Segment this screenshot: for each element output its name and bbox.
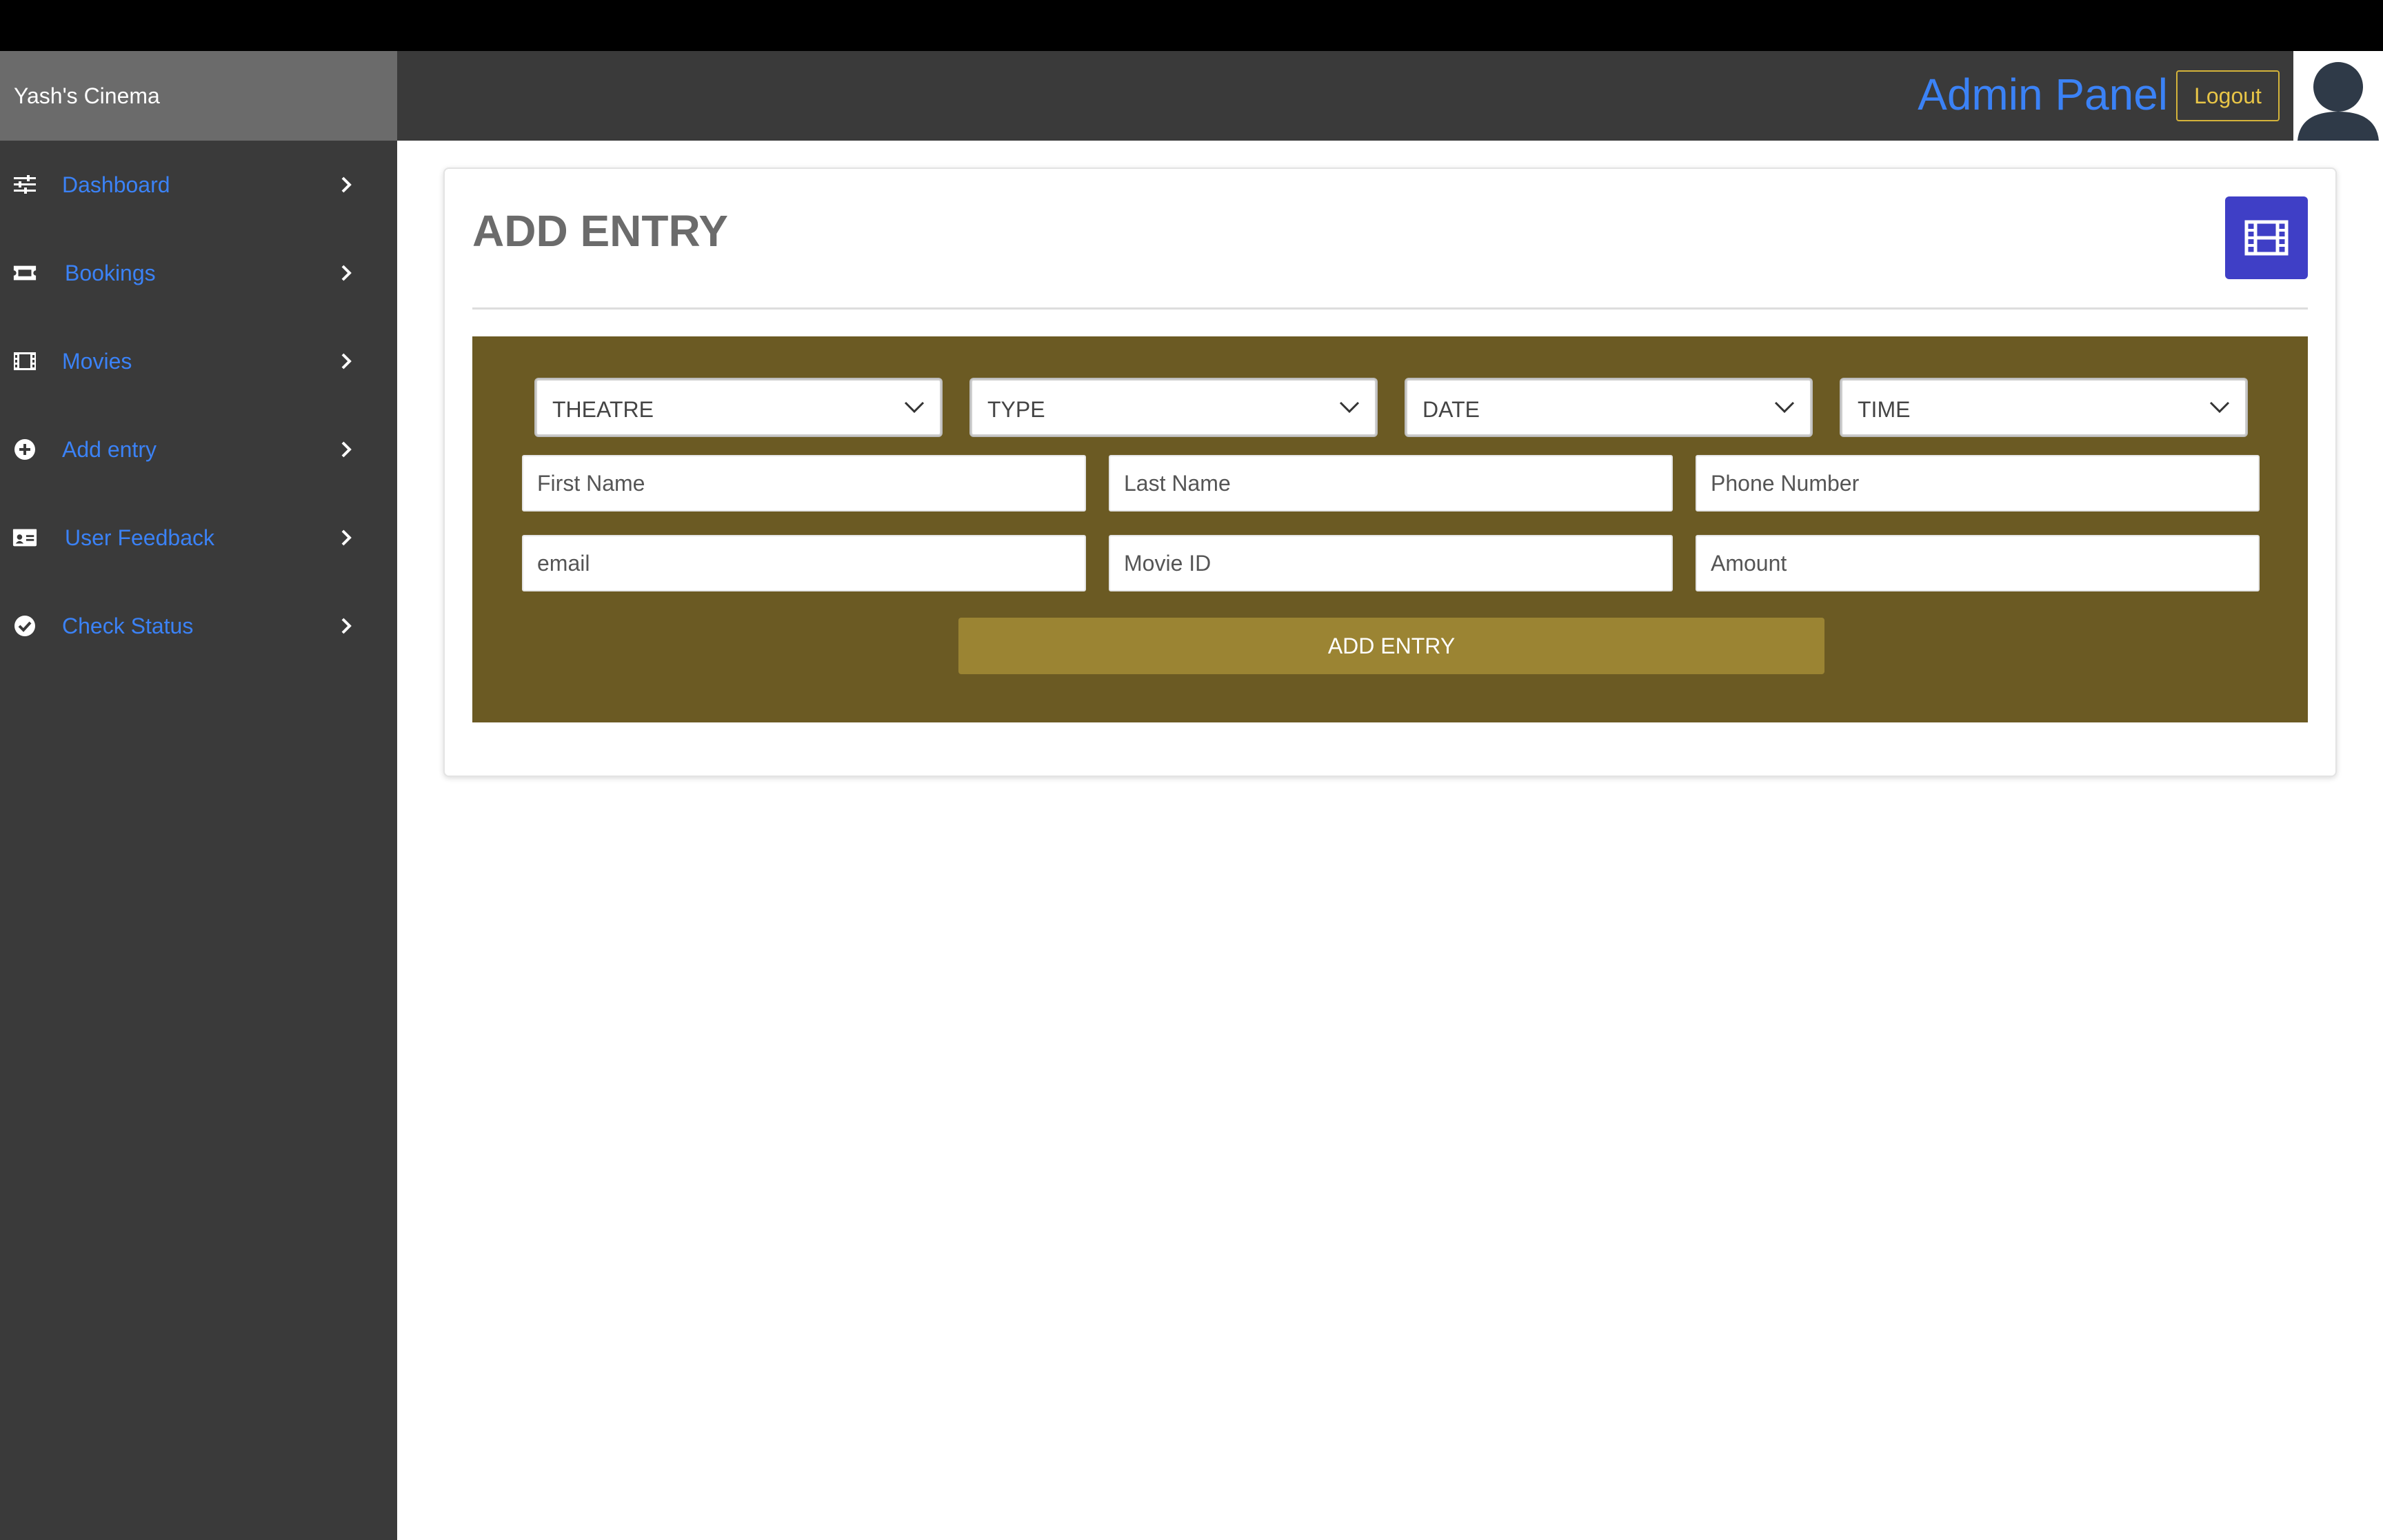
chevron-down-icon bbox=[1339, 401, 1360, 414]
page-title: ADD ENTRY bbox=[472, 206, 728, 256]
add-entry-button[interactable]: ADD ENTRY bbox=[958, 618, 1824, 674]
plus-circle-icon bbox=[12, 437, 37, 462]
chevron-down-icon bbox=[1774, 401, 1795, 414]
title-divider bbox=[472, 307, 2308, 310]
chevron-down-icon bbox=[2209, 401, 2230, 414]
film-icon bbox=[2244, 220, 2289, 256]
id-card-icon bbox=[12, 525, 37, 550]
user-avatar-icon bbox=[2293, 51, 2383, 141]
date-select[interactable]: DATE bbox=[1406, 379, 1811, 436]
select-label: DATE bbox=[1422, 396, 1480, 422]
select-label: TYPE bbox=[987, 396, 1045, 422]
chevron-down-icon bbox=[904, 401, 925, 414]
sidebar-nav: Dashboard Bookings Movies Add entry User… bbox=[0, 141, 397, 670]
first-name-field[interactable] bbox=[522, 455, 1086, 511]
time-select[interactable]: TIME bbox=[1841, 379, 2246, 436]
check-circle-icon bbox=[12, 614, 37, 638]
film-icon bbox=[12, 349, 37, 374]
phone-number-field[interactable] bbox=[1696, 455, 2260, 511]
admin-panel-title: Admin Panel bbox=[1918, 70, 2168, 119]
last-name-field[interactable] bbox=[1109, 455, 1673, 511]
top-black-bar bbox=[0, 0, 2383, 51]
sidebar-item-user-feedback[interactable]: User Feedback bbox=[0, 494, 397, 582]
logout-button[interactable]: Logout bbox=[2176, 70, 2280, 121]
amount-field[interactable] bbox=[1696, 535, 2260, 591]
sidebar-item-label: Check Status bbox=[62, 613, 194, 638]
chevron-right-icon bbox=[336, 440, 356, 459]
sidebar-item-label: User Feedback bbox=[65, 525, 214, 550]
sidebar-item-add-entry[interactable]: Add entry bbox=[0, 405, 397, 494]
email-field[interactable] bbox=[522, 535, 1086, 591]
select-label: THEATRE bbox=[552, 396, 654, 422]
sidebar-item-bookings[interactable]: Bookings bbox=[0, 229, 397, 317]
sidebar-item-movies[interactable]: Movies bbox=[0, 317, 397, 405]
sidebar-item-check-status[interactable]: Check Status bbox=[0, 582, 397, 670]
select-label: TIME bbox=[1858, 396, 1911, 422]
type-select[interactable]: TYPE bbox=[971, 379, 1376, 436]
sidebar-item-label: Add entry bbox=[62, 436, 157, 462]
top-header: Admin Panel Logout bbox=[397, 51, 2383, 141]
chevron-right-icon bbox=[336, 263, 356, 283]
sidebar-item-label: Dashboard bbox=[62, 172, 170, 197]
chevron-right-icon bbox=[336, 528, 356, 547]
movie-id-field[interactable] bbox=[1109, 535, 1673, 591]
sidebar: Yash's Cinema Dashboard Bookings Movies … bbox=[0, 51, 397, 1540]
film-button[interactable] bbox=[2225, 196, 2308, 279]
entry-form: THEATRE TYPE DATE TIME ADD ENTRY bbox=[472, 336, 2308, 722]
theatre-select[interactable]: THEATRE bbox=[536, 379, 941, 436]
sliders-icon bbox=[12, 172, 37, 197]
brand-title: Yash's Cinema bbox=[0, 51, 397, 141]
chevron-right-icon bbox=[336, 352, 356, 371]
chevron-right-icon bbox=[336, 175, 356, 194]
avatar[interactable] bbox=[2293, 51, 2383, 141]
ticket-icon bbox=[12, 261, 37, 285]
sidebar-item-dashboard[interactable]: Dashboard bbox=[0, 141, 397, 229]
sidebar-item-label: Movies bbox=[62, 348, 132, 374]
chevron-right-icon bbox=[336, 616, 356, 636]
sidebar-item-label: Bookings bbox=[65, 260, 156, 285]
add-entry-card: ADD ENTRY THEATRE TYPE DATE TIME First N… bbox=[443, 168, 2337, 777]
